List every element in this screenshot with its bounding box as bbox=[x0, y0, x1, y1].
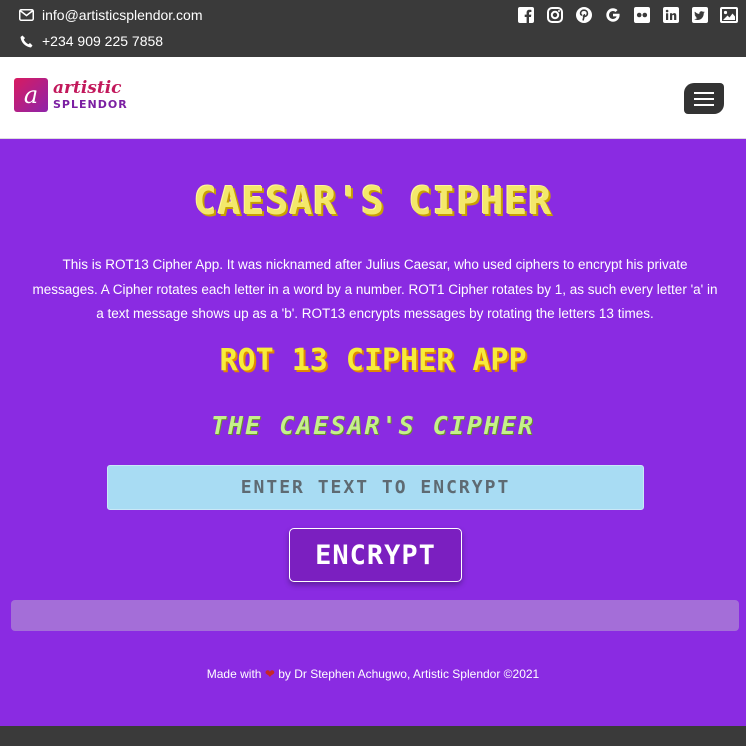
twitter-icon[interactable] bbox=[691, 6, 709, 24]
social-links bbox=[517, 6, 738, 24]
page-title: CAESAR'S CIPHER bbox=[193, 179, 553, 223]
hamburger-line bbox=[694, 103, 714, 106]
phone-text[interactable]: +234 909 225 7858 bbox=[42, 33, 163, 49]
envelope-icon bbox=[18, 7, 34, 23]
description-text: This is ROT13 Cipher App. It was nicknam… bbox=[32, 257, 718, 321]
made-with-text: Made with bbox=[206, 667, 262, 681]
email-text[interactable]: info@artisticsplendor.com bbox=[42, 7, 203, 23]
top-contact-bar: info@artisticsplendor.com +234 909 225 7… bbox=[0, 0, 746, 57]
instagram-icon[interactable] bbox=[546, 6, 564, 24]
encrypt-text-input[interactable] bbox=[107, 465, 644, 510]
footer-credit: Made with ❤ by Dr Stephen Achugwo, Artis… bbox=[0, 667, 746, 681]
logo-line1: artistic bbox=[53, 78, 122, 98]
google-icon[interactable] bbox=[604, 6, 622, 24]
hamburger-line bbox=[694, 91, 714, 94]
logo-text: artistic SPLENDOR bbox=[53, 78, 128, 111]
section-heading: THE CAESAR'S CIPHER bbox=[211, 411, 535, 440]
menu-toggle-button[interactable] bbox=[684, 83, 724, 114]
linkedin-icon[interactable] bbox=[662, 6, 680, 24]
navbar: a artistic SPLENDOR bbox=[0, 57, 746, 139]
pinterest-icon[interactable] bbox=[575, 6, 593, 24]
output-box bbox=[11, 600, 739, 631]
facebook-icon[interactable] bbox=[517, 6, 535, 24]
heart-icon: ❤ bbox=[264, 667, 275, 681]
app-subtitle: ROT 13 CIPHER APP bbox=[219, 343, 527, 378]
phone-icon bbox=[18, 33, 34, 49]
email-contact[interactable]: info@artisticsplendor.com bbox=[18, 7, 203, 23]
logo-mark-icon: a bbox=[14, 78, 48, 112]
image-icon[interactable] bbox=[720, 6, 738, 24]
main-content: CAESAR'S CIPHER This is ROT13 Cipher App… bbox=[0, 139, 746, 726]
flickr-icon[interactable] bbox=[633, 6, 651, 24]
bottom-bar bbox=[0, 726, 746, 746]
credit-text: by Dr Stephen Achugwo, Artistic Splendor… bbox=[278, 667, 540, 681]
encrypt-button[interactable]: ENCRYPT bbox=[289, 528, 462, 582]
logo-line2: SPLENDOR bbox=[53, 98, 128, 111]
hamburger-line bbox=[694, 97, 714, 100]
phone-contact[interactable]: +234 909 225 7858 bbox=[18, 33, 163, 49]
brand-logo[interactable]: a artistic SPLENDOR bbox=[14, 78, 128, 112]
